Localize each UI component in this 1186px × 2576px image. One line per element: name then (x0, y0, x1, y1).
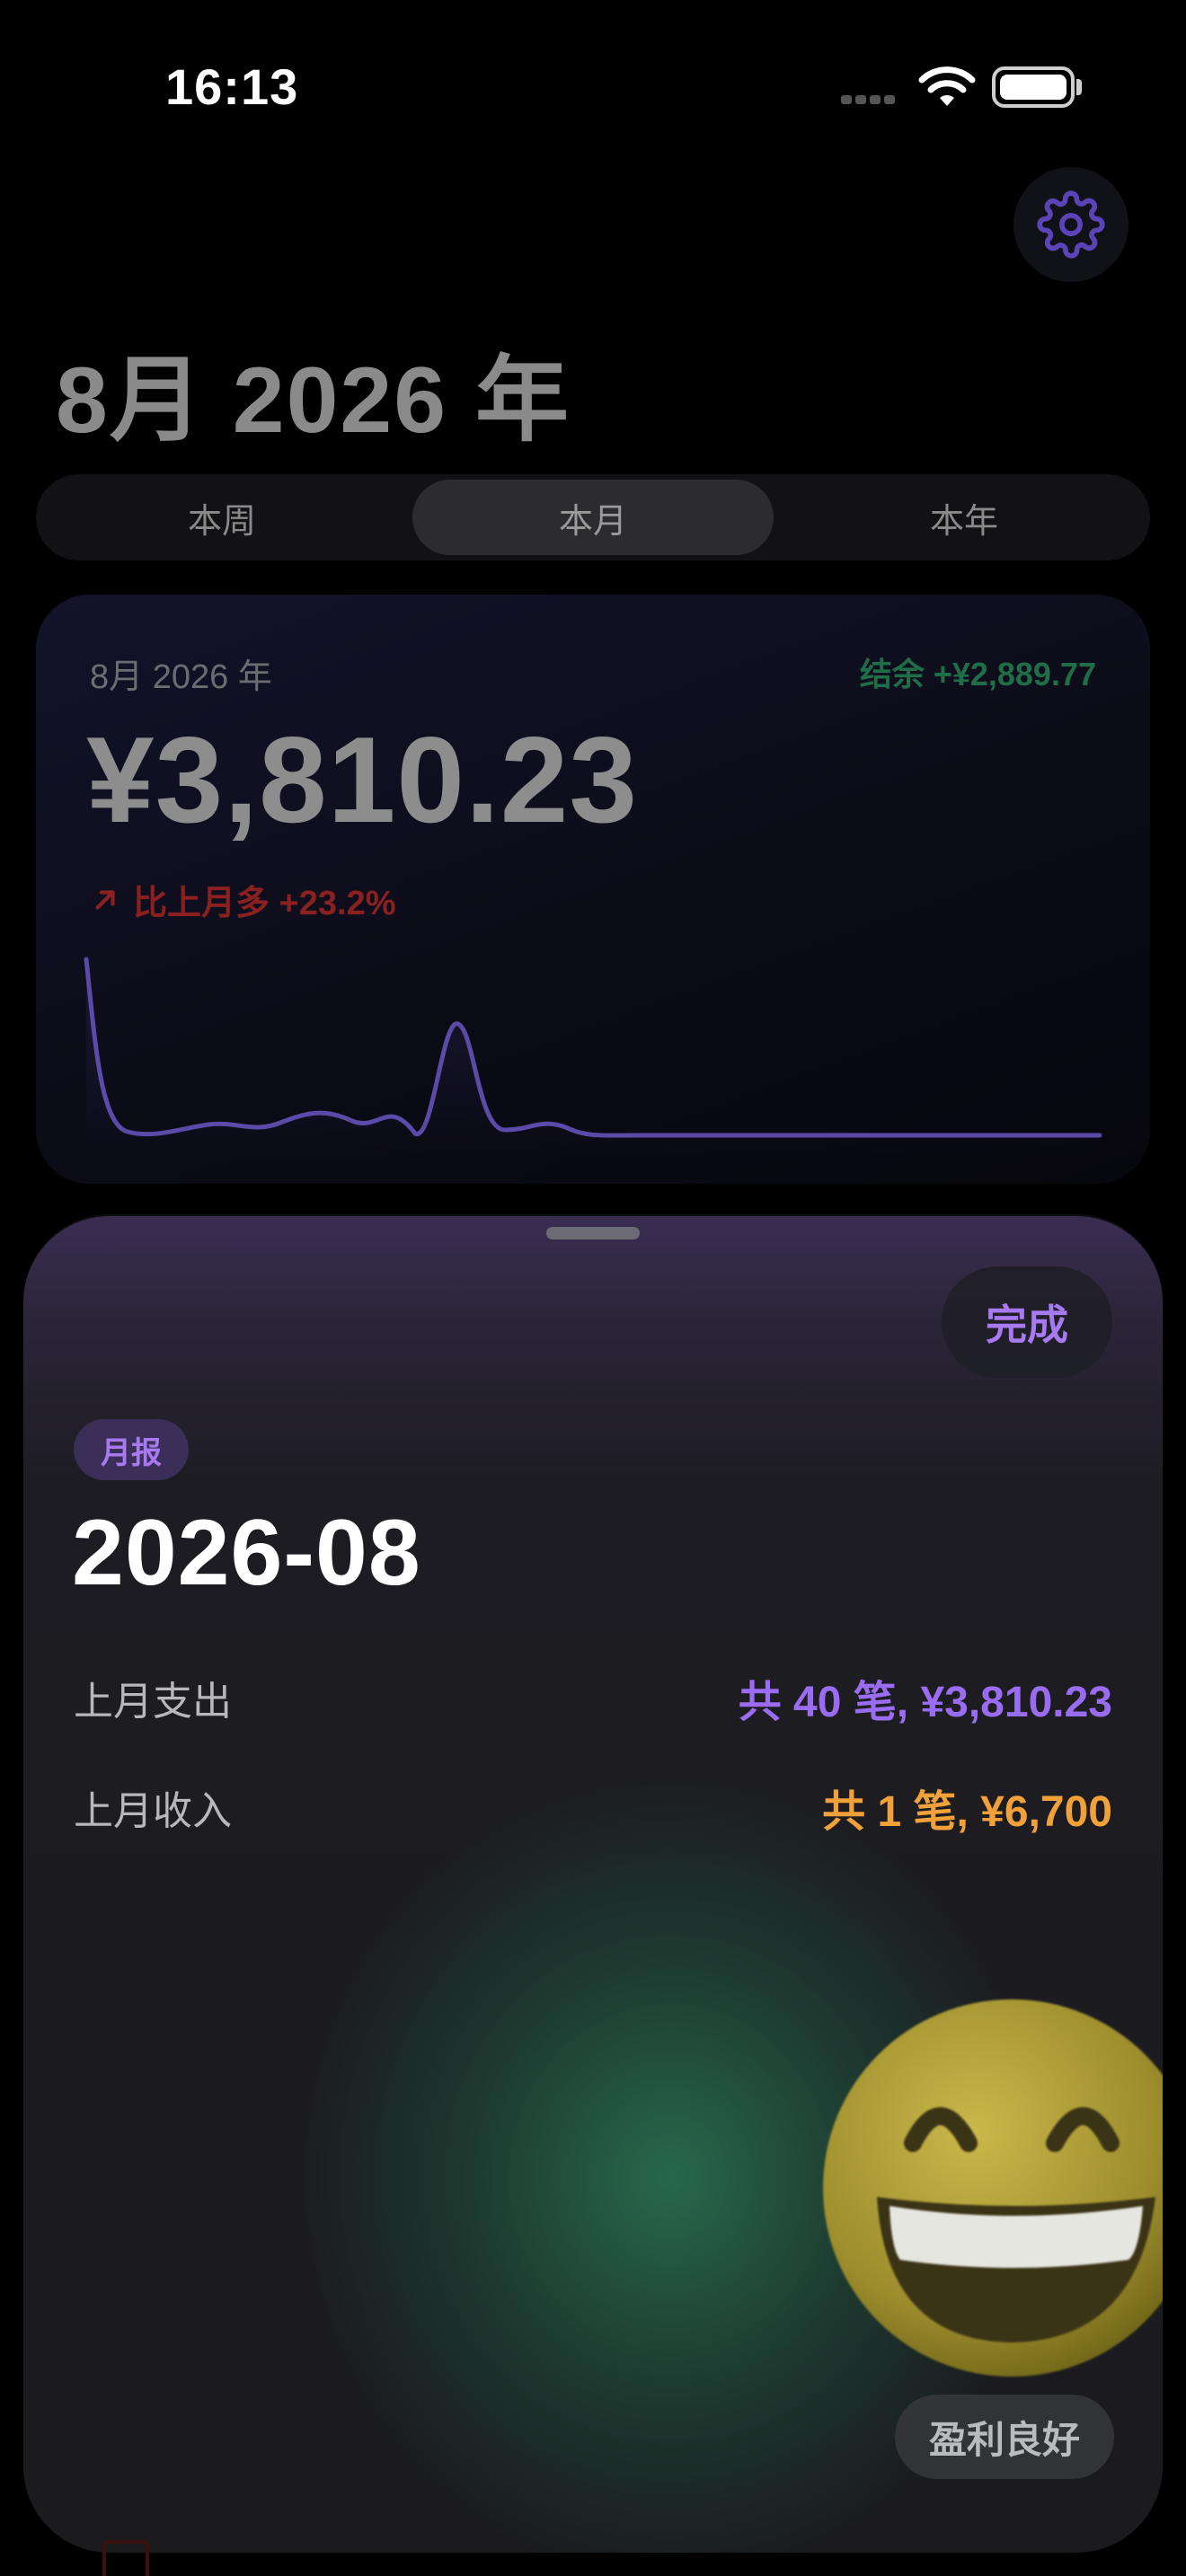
expense-label: 上月支出 (74, 1680, 232, 1724)
sparkline-line (84, 957, 1102, 1138)
list-item-icon (102, 2540, 149, 2576)
tab-month[interactable]: 本月 (412, 480, 774, 555)
report-type-badge: 月报 (74, 1419, 189, 1480)
summary-trend-text: 比上月多 +23.2% (133, 885, 396, 922)
report-title: 2026-08 (72, 1501, 421, 1605)
expense-row: 上月支出 共 40 笔, ¥3,810.23 (74, 1662, 1112, 1734)
monthly-report-sheet: 完成 月报 2026-08 上月支出 共 40 笔, ¥3,810.23 上月收… (23, 1216, 1163, 2553)
tab-year[interactable]: 本年 (783, 480, 1145, 555)
mood-badge: 盈利良好 (895, 2395, 1114, 2479)
grinning-face-icon (823, 1999, 1163, 2377)
expense-value: 共 40 笔, ¥3,810.23 (738, 1679, 1112, 1726)
summary-trend: 比上月多 +23.2% (90, 875, 396, 924)
tab-week[interactable]: 本周 (41, 480, 403, 555)
income-value: 共 1 笔, ¥6,700 (822, 1788, 1112, 1836)
summary-card[interactable]: 8月 2026 年 结余 +¥2,889.77 ¥3,810.23 比上月多 +… (36, 595, 1150, 1184)
done-button[interactable]: 完成 (942, 1266, 1112, 1378)
income-row: 上月收入 共 1 笔, ¥6,700 (74, 1771, 1112, 1843)
status-bar: 16:13 (0, 0, 1186, 171)
spending-sparkline (84, 957, 1102, 1160)
summary-period: 8月 2026 年 (90, 658, 272, 696)
period-segmented-control: 本周 本月 本年 (36, 474, 1150, 560)
income-label: 上月收入 (74, 1789, 232, 1833)
wifi-icon (918, 66, 976, 106)
settings-button[interactable] (1013, 167, 1128, 282)
app-screen: 16:13 8月 2026 年 本周 本月 本年 8月 2026 年 结余 +¥… (0, 0, 1186, 2576)
status-time: 16:13 (165, 58, 299, 115)
arrow-up-right-icon (95, 889, 115, 910)
battery-icon (992, 66, 1075, 108)
sheet-grabber[interactable] (546, 1227, 640, 1239)
summary-amount: ¥3,810.23 (86, 711, 639, 848)
page-title: 8月 2026 年 (56, 348, 571, 453)
summary-balance: 结余 +¥2,889.77 (859, 656, 1096, 693)
gear-icon (1037, 190, 1105, 259)
battery-cap (1076, 79, 1082, 95)
